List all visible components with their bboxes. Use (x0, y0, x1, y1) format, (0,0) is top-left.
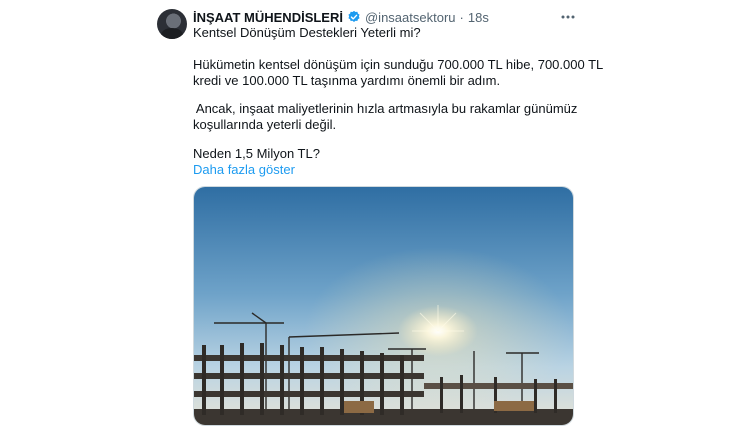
more-horizontal-icon (561, 15, 575, 19)
more-options-button[interactable] (560, 9, 576, 25)
tweet-text-line: Kentsel Dönüşüm Destekleri Yeterli mi? (193, 25, 421, 40)
verified-badge-icon (348, 10, 360, 22)
tweet-header: İNŞAAT MÜHENDİSLERİ @insaatsektoru · 18s (193, 9, 489, 25)
author-handle[interactable]: @insaatsektoru (365, 10, 456, 25)
tweet-text-line: Ancak, inşaat maliyetlerinin hızla artma… (193, 101, 578, 116)
tweet-text-line: koşullarında yeterli değil. (193, 117, 337, 132)
tweet-text-line: Neden 1,5 Milyon TL? (193, 146, 320, 161)
show-more-link[interactable]: Daha fazla göster (193, 162, 295, 178)
tweet-text-line: kredi ve 100.000 TL taşınma yardımı önem… (193, 73, 501, 88)
avatar-figure (161, 28, 183, 39)
avatar[interactable] (157, 9, 187, 39)
tweet-media-image[interactable] (193, 186, 574, 426)
tweet-text-line: Hükümetin kentsel dönüşüm için sunduğu 7… (193, 57, 604, 72)
tweet-timestamp[interactable]: 18s (468, 10, 489, 25)
construction-site-photo (194, 187, 573, 425)
author-name[interactable]: İNŞAAT MÜHENDİSLERİ (193, 10, 343, 25)
header-separator: · (459, 9, 464, 25)
